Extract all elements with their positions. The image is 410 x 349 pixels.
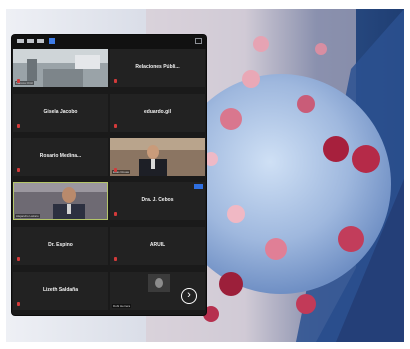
participant-tile[interactable]: ARUIL [110, 227, 205, 265]
next-page-button[interactable]: › [181, 288, 197, 304]
participant-tile[interactable]: Dr. Espino [13, 227, 108, 265]
fullscreen-icon[interactable] [195, 38, 202, 44]
mic-muted-icon [114, 212, 117, 216]
participant-tile[interactable]: Lizeth Saldaña [13, 272, 108, 310]
mic-muted-icon [17, 168, 20, 172]
participant-tile[interactable]: Dra. J. Cebos [110, 182, 205, 220]
participant-name: Lizeth Saldaña [42, 287, 78, 293]
participant-tile[interactable]: Dubi Herrera › [110, 272, 205, 310]
security-shield-icon[interactable] [49, 38, 55, 44]
mic-muted-icon [114, 168, 117, 172]
participant-tile[interactable]: eduardo.gil [110, 94, 205, 132]
presentation-frame: Marcos Ortiz Relaciones Públi... Gisela … [6, 9, 404, 342]
participant-video-label: Dubi Herrera [112, 304, 132, 308]
participant-name: Relaciones Públi... [135, 64, 180, 70]
mic-muted-icon [114, 79, 117, 83]
mic-muted-icon [17, 257, 20, 261]
participant-tile[interactable]: Rosario Medina... [13, 138, 108, 176]
participant-name: eduardo.gil [144, 109, 171, 115]
participant-name: Dr. Espino [48, 242, 73, 248]
participant-tile[interactable]: Elías Rosas [110, 138, 205, 176]
participant-name: Rosario Medina... [39, 153, 82, 159]
participant-tile[interactable]: Alejandro Lázaro [13, 182, 108, 220]
participant-tile[interactable]: Gisela Jacobo [13, 94, 108, 132]
minimize-icon[interactable] [17, 39, 24, 43]
mic-muted-icon [114, 257, 117, 261]
restore-icon[interactable] [27, 39, 34, 43]
participant-name: Dra. J. Cebos [141, 197, 174, 203]
participant-name: ARUIL [149, 242, 166, 248]
mic-muted-icon [114, 124, 117, 128]
participant-video-label: Alejandro Lázaro [15, 214, 40, 218]
close-icon[interactable] [37, 39, 44, 43]
pin-badge-icon [194, 184, 203, 189]
video-call-window: Marcos Ortiz Relaciones Públi... Gisela … [12, 35, 206, 315]
window-toolbar [12, 35, 206, 49]
mic-muted-icon [17, 79, 20, 83]
mic-muted-icon [17, 124, 20, 128]
participant-tile[interactable]: Relaciones Públi... [110, 49, 205, 87]
mic-muted-icon [17, 302, 20, 306]
participant-name: Gisela Jacobo [43, 109, 78, 115]
participant-tile[interactable]: Marcos Ortiz [13, 49, 108, 87]
